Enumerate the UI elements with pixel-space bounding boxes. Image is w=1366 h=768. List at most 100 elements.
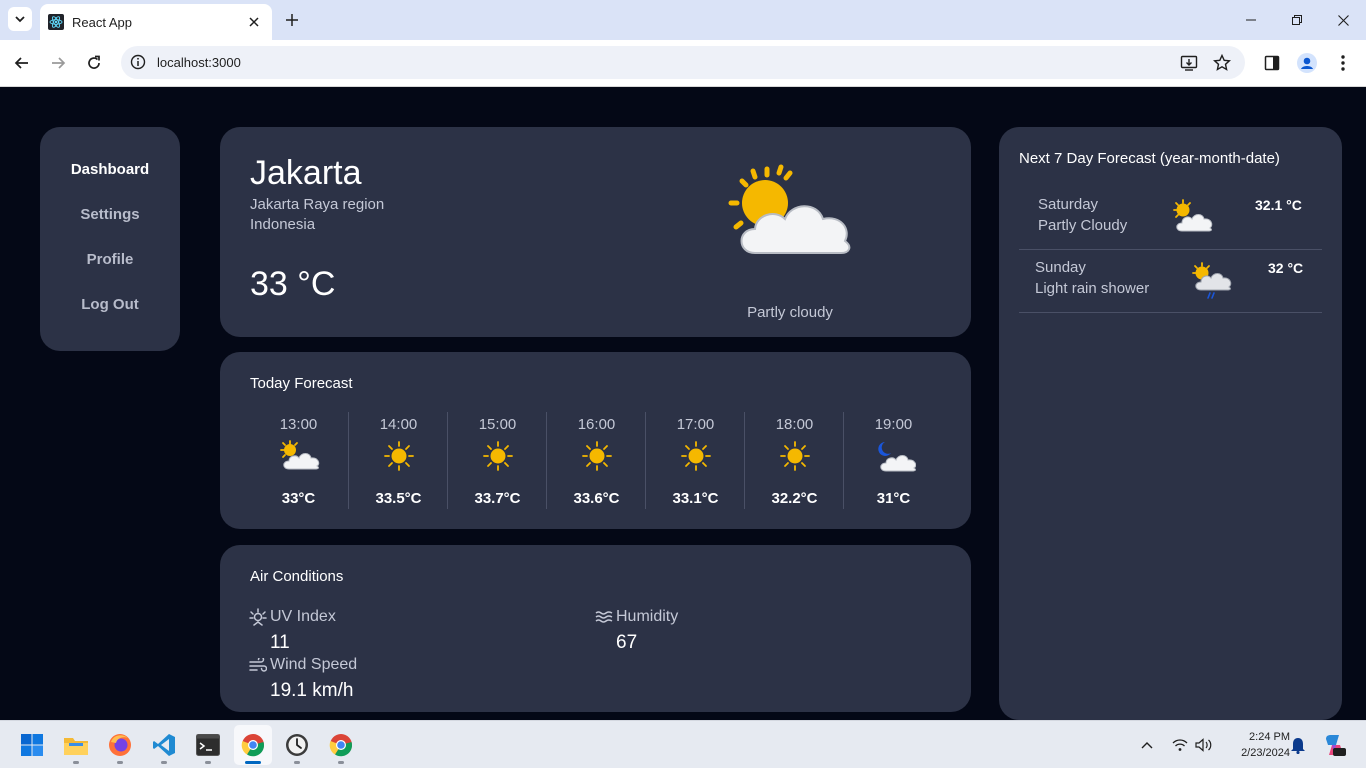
hour-forecast: 19:00 31°C xyxy=(843,412,942,509)
moon-cloud-icon xyxy=(878,442,916,472)
start-button[interactable] xyxy=(16,729,48,761)
browser-tab[interactable]: React App xyxy=(40,4,272,40)
day-name: Sunday xyxy=(1035,259,1086,276)
reload-button[interactable] xyxy=(80,49,108,77)
uv-index-text: UV Index xyxy=(270,608,336,625)
close-window-button[interactable] xyxy=(1320,0,1366,40)
tab-search-button[interactable] xyxy=(8,7,32,31)
new-tab-button[interactable] xyxy=(282,8,302,32)
firefox-icon xyxy=(109,734,131,756)
vscode-icon xyxy=(153,734,175,756)
back-button[interactable] xyxy=(8,49,36,77)
taskbar-vscode[interactable] xyxy=(148,729,180,761)
sidebar-item-settings[interactable]: Settings xyxy=(40,206,180,223)
sun-icon xyxy=(780,441,810,471)
taskbar-clock-app[interactable] xyxy=(281,729,313,761)
address-bar[interactable]: localhost:3000 xyxy=(121,46,1245,79)
hour-temperature: 32.2°C xyxy=(771,490,818,507)
sun-icon xyxy=(483,441,513,471)
country-name: Indonesia xyxy=(250,216,316,233)
hour-forecast: 14:00 33.5°C xyxy=(348,412,447,509)
chrome-icon xyxy=(241,734,265,757)
forward-button[interactable] xyxy=(44,49,72,77)
volume-status[interactable] xyxy=(1188,729,1220,761)
sidebar: Dashboard Settings Profile Log Out xyxy=(40,127,180,351)
bookmark-star-icon[interactable] xyxy=(1213,54,1231,72)
reload-icon xyxy=(88,55,100,69)
install-app-icon[interactable] xyxy=(1180,54,1198,72)
info-icon[interactable] xyxy=(130,54,146,70)
react-logo-icon xyxy=(48,14,64,30)
sidebar-item-profile[interactable]: Profile xyxy=(40,251,180,268)
taskbar-active-indicator xyxy=(245,761,261,764)
hour-time: 18:00 xyxy=(775,416,814,433)
plus-icon xyxy=(286,14,298,26)
hour-temperature: 33.6°C xyxy=(573,490,620,507)
browser-menu-button[interactable] xyxy=(1333,53,1353,73)
taskbar-chrome-second[interactable] xyxy=(325,729,357,761)
hour-time: 19:00 xyxy=(874,416,913,433)
taskbar-running-indicator xyxy=(205,761,211,764)
side-panel-button[interactable] xyxy=(1262,53,1282,73)
taskbar-running-indicator xyxy=(338,761,344,764)
chrome-icon xyxy=(329,734,353,757)
region-name: Jakarta Raya region xyxy=(250,196,385,213)
arrow-right-icon xyxy=(52,57,66,69)
profile-button[interactable] xyxy=(1297,53,1317,73)
url-text[interactable]: localhost:3000 xyxy=(157,55,241,70)
hour-forecast: 15:00 33.7°C xyxy=(447,412,546,509)
close-icon xyxy=(1337,14,1349,26)
restore-button[interactable] xyxy=(1274,0,1320,40)
weekly-forecast-card: Next 7 Day Forecast (year-month-date) Sa… xyxy=(999,127,1342,720)
minimize-button[interactable] xyxy=(1228,0,1274,40)
clock-time: 2:24 PM xyxy=(1249,731,1290,743)
current-condition: Partly cloudy xyxy=(747,304,833,321)
taskbar-chrome-active[interactable] xyxy=(237,729,269,761)
taskbar-file-explorer[interactable] xyxy=(60,729,92,761)
close-tab-icon[interactable] xyxy=(244,12,264,32)
today-forecast-title: Today Forecast xyxy=(250,375,353,392)
weekly-forecast-title: Next 7 Day Forecast (year-month-date) xyxy=(1019,150,1280,167)
windows-logo-icon xyxy=(21,734,43,756)
profile-avatar-icon xyxy=(1297,53,1317,73)
hour-temperature: 33.7°C xyxy=(474,490,521,507)
sidebar-item-dashboard[interactable]: Dashboard xyxy=(40,161,180,178)
air-conditions-card: Air Conditions UV Index 11 Humidity 67 W… xyxy=(220,545,971,712)
taskbar-running-indicator xyxy=(117,761,123,764)
chevron-up-icon xyxy=(1141,742,1153,749)
hour-temperature: 31°C xyxy=(876,490,911,507)
notifications-button[interactable] xyxy=(1282,729,1314,761)
humidity-text: Humidity xyxy=(616,608,679,625)
day-name: Saturday xyxy=(1038,196,1099,213)
hour-forecast: 13:00 33°C xyxy=(249,412,348,509)
chevron-down-icon xyxy=(15,16,25,23)
show-hidden-icons-button[interactable] xyxy=(1131,729,1163,761)
partly-cloudy-icon xyxy=(1173,199,1213,232)
taskbar-running-indicator xyxy=(73,761,79,764)
wind-speed-label: Wind Speed xyxy=(249,656,357,674)
taskbar-firefox[interactable] xyxy=(104,729,136,761)
restore-icon xyxy=(1292,15,1302,25)
day-temperature: 32 °C xyxy=(1268,260,1304,276)
sun-icon xyxy=(681,441,711,471)
day-condition: Partly Cloudy xyxy=(1038,217,1128,234)
sidebar-item-logout[interactable]: Log Out xyxy=(40,296,180,313)
more-vertical-icon xyxy=(1341,55,1345,71)
browser-tabstrip: React App xyxy=(0,0,1366,40)
day-temperature: 32.1 °C xyxy=(1255,197,1302,213)
system-clock[interactable]: 2:24 PM 2/23/2024 xyxy=(1222,729,1290,761)
hour-time: 14:00 xyxy=(379,416,418,433)
hour-forecast: 16:00 33.6°C xyxy=(546,412,645,509)
humidity-label: Humidity xyxy=(595,608,678,626)
rain-shower-icon xyxy=(1192,262,1232,299)
partly-cloudy-icon xyxy=(728,164,851,254)
taskbar: 2:24 PM 2/23/2024 xyxy=(0,720,1366,768)
tab-title: React App xyxy=(72,14,132,30)
city-name: Jakarta xyxy=(250,154,362,192)
hour-forecast: 17:00 33.1°C xyxy=(645,412,744,509)
hour-forecast: 18:00 32.2°C xyxy=(744,412,843,509)
wind-icon xyxy=(249,658,267,672)
taskbar-terminal[interactable] xyxy=(192,729,224,761)
copilot-button[interactable] xyxy=(1318,729,1350,761)
clock-date: 2/23/2024 xyxy=(1241,747,1290,759)
